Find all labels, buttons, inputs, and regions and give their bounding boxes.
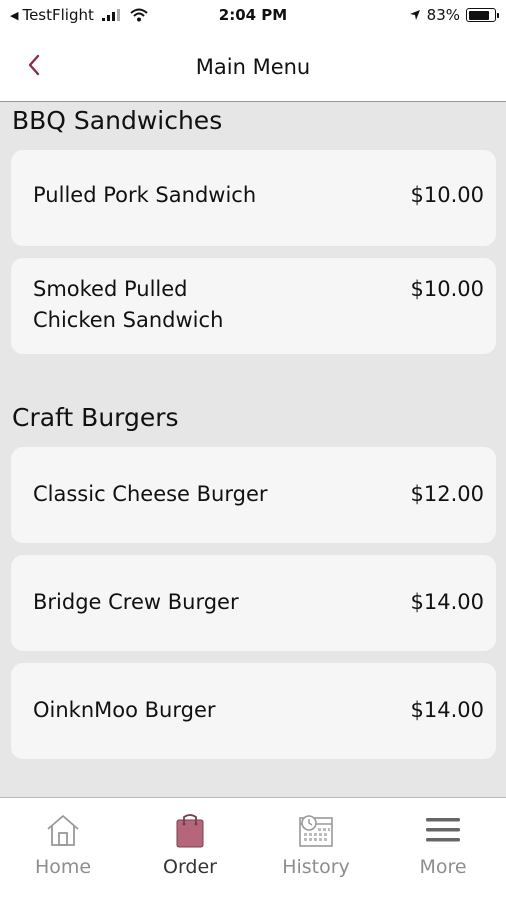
menu-item-bridge-crew-burger[interactable]: Bridge Crew Burger $14.00	[11, 555, 496, 651]
item-name: Pulled Pork Sandwich	[33, 183, 257, 207]
item-name: Smoked Pulled Chicken Sandwich	[33, 277, 224, 332]
section-title-craft-burgers: Craft Burgers	[12, 403, 179, 432]
tab-order[interactable]: Order	[127, 798, 253, 900]
battery-icon	[466, 8, 499, 22]
location-arrow-icon	[409, 10, 420, 20]
battery-level-fill	[468, 10, 490, 20]
item-price: $14.00	[410, 590, 484, 614]
order-bag-icon	[176, 814, 204, 848]
menu-content[interactable]: BBQ Sandwiches Pulled Pork Sandwich $10.…	[0, 103, 506, 797]
section-title-bbq-sandwiches: BBQ Sandwiches	[12, 106, 223, 135]
tab-history[interactable]: History	[253, 798, 379, 900]
status-bar: ◀ TestFlight 2:04 PM 83%	[0, 0, 506, 30]
item-name: OinknMoo Burger	[33, 698, 216, 722]
item-name: Bridge Crew Burger	[33, 590, 239, 614]
tab-bar: Home Order History More	[0, 797, 506, 900]
tab-home[interactable]: Home	[0, 798, 126, 900]
menu-item-oinknmoo-burger[interactable]: OinknMoo Burger $14.00	[11, 663, 496, 759]
menu-item-smoked-pulled-chicken-sandwich[interactable]: Smoked Pulled Chicken Sandwich $10.00	[11, 258, 496, 354]
page-title: Main Menu	[195, 55, 311, 79]
menu-item-pulled-pork-sandwich[interactable]: Pulled Pork Sandwich $10.00	[11, 150, 496, 246]
item-name: Classic Cheese Burger	[33, 482, 268, 506]
tab-label: Home	[34, 856, 92, 878]
menu-item-classic-cheese-burger[interactable]: Classic Cheese Burger $12.00	[11, 447, 496, 543]
item-price: $12.00	[410, 482, 484, 506]
tab-more[interactable]: More	[380, 798, 506, 900]
navigation-bar: Main Menu	[0, 30, 506, 102]
tab-label: More	[419, 856, 467, 878]
tab-label: History	[282, 856, 350, 878]
status-right: 83%	[409, 6, 499, 24]
battery-percent: 83%	[426, 6, 460, 24]
home-icon	[47, 815, 79, 846]
item-price: $10.00	[410, 183, 484, 207]
tab-label: Order	[163, 856, 217, 878]
history-calendar-icon	[299, 815, 333, 847]
menu-icon	[426, 818, 460, 842]
item-price: $14.00	[410, 698, 484, 722]
item-price: $10.00	[410, 277, 484, 301]
